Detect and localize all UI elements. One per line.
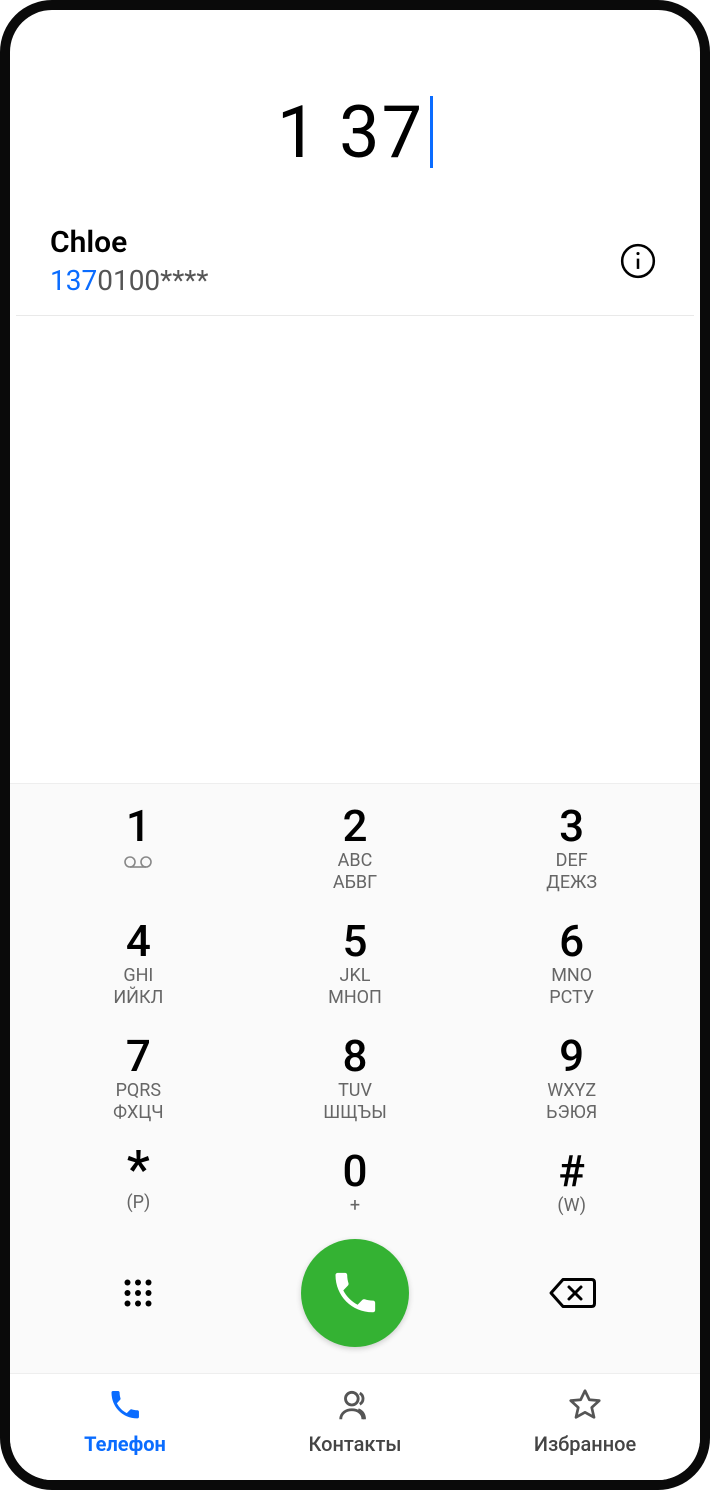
key-digit: 3: [463, 804, 680, 848]
tab-favorites[interactable]: Избранное: [470, 1384, 700, 1456]
star-tab-icon: [567, 1387, 603, 1423]
keypad-key-8[interactable]: 8 TUV ШЩЪЫ: [247, 1024, 464, 1139]
key-letters-cyrillic: ШЩЪЫ: [247, 1102, 464, 1125]
phone-icon: [329, 1267, 381, 1319]
key-letters-cyrillic: ФХЦЧ: [30, 1102, 247, 1125]
keypad-key-5[interactable]: 5 JKL МНОП: [247, 909, 464, 1024]
keypad-key-2[interactable]: 2 ABC АБВГ: [247, 794, 464, 909]
dialed-number-display[interactable]: 1 37: [10, 70, 700, 225]
keypad: 1 2 ABC АБВГ 3 DEF ДЕЖЗ 4: [10, 783, 700, 1374]
key-letters-cyrillic: ДЕЖЗ: [463, 872, 680, 895]
contact-number: 1370100****: [50, 264, 616, 297]
contact-number-match: 137: [50, 264, 97, 297]
keypad-key-0[interactable]: 0 +: [247, 1139, 464, 1232]
contacts-tab-icon: [336, 1386, 374, 1424]
key-digit: 5: [247, 919, 464, 963]
keypad-key-7[interactable]: 7 PQRS ФХЦЧ: [30, 1024, 247, 1139]
backspace-icon: [548, 1275, 596, 1311]
contact-suggestion-row[interactable]: Chloe 1370100****: [16, 225, 694, 316]
key-digit: 4: [30, 919, 247, 963]
keypad-key-6[interactable]: 6 MNO РСТУ: [463, 909, 680, 1024]
contact-number-rest: 0100****: [97, 264, 208, 297]
voicemail-icon: [124, 854, 152, 873]
key-sub: (W): [463, 1195, 680, 1218]
keypad-key-hash[interactable]: # (W): [463, 1139, 680, 1232]
tab-phone[interactable]: Телефон: [10, 1384, 240, 1456]
keypad-toggle-button[interactable]: [30, 1275, 247, 1311]
call-button[interactable]: [301, 1239, 409, 1347]
keypad-key-4[interactable]: 4 GHI ИЙКЛ: [30, 909, 247, 1024]
keypad-key-1[interactable]: 1: [30, 794, 247, 909]
key-letters-latin: PQRS: [30, 1080, 247, 1103]
key-digit: 9: [463, 1034, 680, 1078]
key-digit: 1: [30, 804, 247, 848]
backspace-button[interactable]: [463, 1275, 680, 1311]
key-digit: 6: [463, 919, 680, 963]
key-letters-latin: TUV: [247, 1080, 464, 1103]
dialer-top-area: 1 37 Chloe 1370100****: [10, 10, 700, 316]
key-digit: 2: [247, 804, 464, 848]
bottom-tabs: Телефон Контакты: [10, 1373, 700, 1480]
tab-label: Телефон: [10, 1432, 240, 1456]
key-letters-latin: DEF: [463, 850, 680, 873]
key-letters-cyrillic: МНОП: [247, 987, 464, 1010]
key-digit: *: [30, 1149, 247, 1191]
keypad-action-row: [30, 1231, 680, 1367]
phone-tab-icon: [107, 1387, 143, 1423]
dialpad-icon: [120, 1275, 156, 1311]
key-letters-cyrillic: РСТУ: [463, 987, 680, 1010]
text-cursor: [430, 96, 433, 168]
key-letters-latin: GHI: [30, 965, 247, 988]
key-sub: (P): [30, 1192, 247, 1215]
tab-label: Избранное: [470, 1432, 700, 1456]
empty-space: [10, 316, 700, 783]
tab-contacts[interactable]: Контакты: [240, 1384, 470, 1456]
key-sub: +: [247, 1195, 464, 1218]
keypad-key-star[interactable]: * (P): [30, 1139, 247, 1232]
key-letters-cyrillic: АБВГ: [247, 872, 464, 895]
key-digit: 7: [30, 1034, 247, 1078]
tab-label: Контакты: [240, 1432, 470, 1456]
contact-name: Chloe: [50, 225, 616, 260]
key-letters-latin: WXYZ: [463, 1080, 680, 1103]
key-digit: 8: [247, 1034, 464, 1078]
key-letters-latin: ABC: [247, 850, 464, 873]
key-letters-cyrillic: ИЙКЛ: [30, 987, 247, 1010]
key-digit: #: [463, 1149, 680, 1193]
screen: 1 37 Chloe 1370100****: [10, 10, 700, 1480]
phone-device-frame: 1 37 Chloe 1370100****: [0, 0, 710, 1490]
contact-suggestion-text: Chloe 1370100****: [50, 225, 616, 297]
key-letters-cyrillic: ЬЭЮЯ: [463, 1102, 680, 1125]
info-icon: [619, 242, 657, 280]
keypad-key-9[interactable]: 9 WXYZ ЬЭЮЯ: [463, 1024, 680, 1139]
key-letters-latin: MNO: [463, 965, 680, 988]
keypad-key-3[interactable]: 3 DEF ДЕЖЗ: [463, 794, 680, 909]
dialed-number-text: 1 37: [277, 90, 424, 175]
key-letters-latin: JKL: [247, 965, 464, 988]
key-digit: 0: [247, 1149, 464, 1193]
contact-info-button[interactable]: [616, 239, 660, 283]
